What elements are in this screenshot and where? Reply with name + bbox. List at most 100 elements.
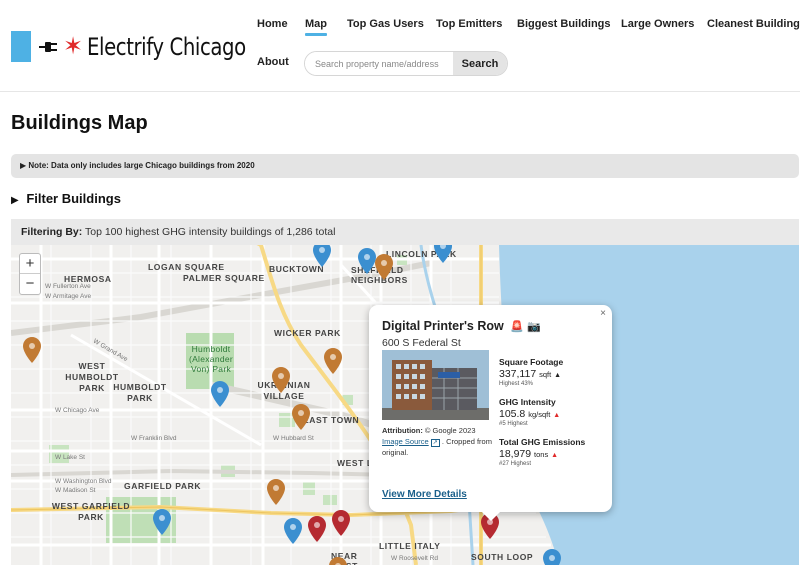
siren-camera-icon: 🚨 📷 (510, 321, 541, 333)
disclosure-triangle-icon: ▶ (11, 195, 19, 206)
building-marker-orange[interactable] (375, 254, 393, 280)
photo-attribution: Attribution: © Google 2023 Image Source … (382, 426, 492, 459)
building-marker-blue[interactable] (358, 248, 376, 274)
logo-flag-bar (11, 31, 31, 62)
area-label: PALMER SQUARE (183, 273, 265, 283)
popup-building-name: Digital Printer's Row (382, 319, 504, 333)
filtering-label: Filtering By: (21, 226, 83, 238)
brand-name: Electrify Chicago (87, 32, 246, 61)
area-label: HUMBOLDT PARK (113, 382, 167, 403)
plug-icon (39, 41, 57, 52)
building-marker-blue[interactable] (543, 549, 561, 565)
street-label: W Chicago Ave (55, 407, 100, 414)
search-button[interactable]: Search (453, 52, 507, 75)
nav-map[interactable]: Map (305, 18, 327, 36)
stat-total-ghg-emissions: Total GHG Emissions 18,979 tons ▲ #27 Hi… (499, 437, 604, 467)
building-marker-orange[interactable] (292, 404, 310, 430)
data-note[interactable]: ▶ Note: Data only includes large Chicago… (11, 154, 799, 178)
stat-unit: kg/sqft (528, 410, 551, 419)
stat-value: 18,979 tons ▲ (499, 448, 604, 460)
area-label: WEST GARFIELD PARK (51, 501, 131, 522)
zoom-in-button[interactable]: + (20, 254, 40, 274)
building-marker-blue[interactable] (434, 245, 452, 263)
popup-address: 600 S Federal St (382, 337, 461, 349)
building-marker-red[interactable] (332, 510, 350, 536)
chicago-star-icon: ✶ (63, 32, 84, 60)
stat-number: 18,979 (499, 448, 532, 460)
building-stats: Square Footage 337,117 sqft ▲ Highest 43… (499, 357, 604, 477)
building-photo (382, 350, 489, 420)
street-label: W Madison St (55, 487, 96, 494)
zoom-control: + − (19, 253, 41, 295)
building-marker-blue[interactable] (153, 509, 171, 535)
street-label: W Armitage Ave (45, 293, 92, 300)
stat-unit: tons (534, 450, 549, 459)
street-label: W Franklin Blvd (131, 435, 177, 442)
nav-top-emitters[interactable]: Top Emitters (436, 18, 502, 30)
building-marker-orange[interactable] (272, 367, 290, 393)
building-marker-red[interactable] (308, 516, 326, 542)
building-marker-orange[interactable] (23, 337, 41, 363)
up-arrow-icon: ▲ (551, 452, 559, 459)
nav-large-owners[interactable]: Large Owners (621, 18, 694, 30)
area-label: LOGAN SQUARE (148, 262, 225, 272)
popup-title: Digital Printer's Row 🚨 📷 (382, 319, 541, 333)
street-label: W Fullerton Ave (45, 283, 91, 290)
external-link-icon: ↗ (430, 438, 440, 447)
area-label: LITTLE ITALY (379, 541, 441, 551)
building-marker-blue[interactable] (211, 381, 229, 407)
building-marker-orange[interactable] (267, 479, 285, 505)
filtering-value: Top 100 highest GHG intensity buildings … (85, 226, 336, 238)
up-arrow-icon: ▲ (554, 372, 562, 379)
area-label: GARFIELD PARK (124, 481, 202, 491)
building-popup: × Digital Printer's Row 🚨 📷 600 S Federa… (369, 305, 612, 521)
stat-number: 337,117 (499, 368, 537, 380)
attribution-label: Attribution: (382, 426, 423, 435)
area-label: EAST TOWN (303, 415, 360, 425)
stat-unit: sqft (539, 370, 552, 379)
street-label: W Washington Blvd (55, 478, 112, 485)
nav-cleanest-buildings[interactable]: Cleanest Buildings (707, 18, 800, 30)
stat-square-footage: Square Footage 337,117 sqft ▲ Highest 43… (499, 357, 604, 387)
filtering-summary: Filtering By: Top 100 highest GHG intens… (11, 219, 799, 245)
close-icon[interactable]: × (600, 308, 606, 319)
image-source-link[interactable]: Image Source (382, 437, 429, 446)
up-arrow-icon: ▲ (553, 412, 561, 419)
stat-value: 337,117 sqft ▲ (499, 368, 604, 380)
search-input[interactable] (305, 52, 453, 75)
street-label: W Hubbard St (273, 435, 314, 442)
building-marker-blue[interactable] (313, 245, 331, 267)
attribution-text: © Google 2023 (424, 426, 476, 435)
street-label: W Roosevelt Rd (391, 555, 438, 562)
stat-rank: #5 Highest (499, 421, 528, 427)
nav-home[interactable]: Home (257, 18, 288, 30)
site-header: ✶ Electrify Chicago Home Map Top Gas Use… (0, 0, 800, 92)
building-marker-blue[interactable] (284, 518, 302, 544)
area-label: SOUTH LOOP (471, 552, 534, 562)
stat-name: Total GHG Emissions (499, 437, 586, 447)
filter-buildings-toggle[interactable]: ▶ Filter Buildings (11, 191, 121, 206)
building-marker-orange[interactable] (324, 348, 342, 374)
nav-top-gas-users[interactable]: Top Gas Users (347, 18, 424, 30)
zoom-out-button[interactable]: − (20, 274, 40, 294)
stat-name: GHG Intensity (499, 397, 556, 407)
street-label: W Lake St (55, 454, 85, 461)
page-title: Buildings Map (11, 112, 148, 134)
area-label: WICKER PARK (274, 328, 341, 338)
stat-rank: Highest 43% (499, 381, 534, 387)
stat-ghg-intensity: GHG Intensity 105.8 kg/sqft ▲ #5 Highest (499, 397, 604, 427)
nav-about[interactable]: About (257, 56, 289, 68)
disclosure-triangle-icon: ▶ (20, 161, 27, 170)
stat-name: Square Footage (499, 357, 564, 367)
view-more-details-link[interactable]: View More Details (382, 489, 467, 500)
stat-value: 105.8 kg/sqft ▲ (499, 408, 604, 420)
park-label: Humboldt (Alexander Von) Park (188, 344, 234, 374)
building-marker-orange[interactable] (329, 557, 347, 565)
site-logo[interactable]: ✶ Electrify Chicago (11, 31, 281, 62)
search-bar: Search (304, 51, 508, 76)
data-note-text: Note: Data only includes large Chicago b… (28, 161, 255, 170)
filter-toggle-label: Filter Buildings (26, 191, 121, 206)
nav-biggest-buildings[interactable]: Biggest Buildings (517, 18, 611, 30)
stat-rank: #27 Highest (499, 461, 532, 467)
stat-number: 105.8 (499, 408, 526, 420)
